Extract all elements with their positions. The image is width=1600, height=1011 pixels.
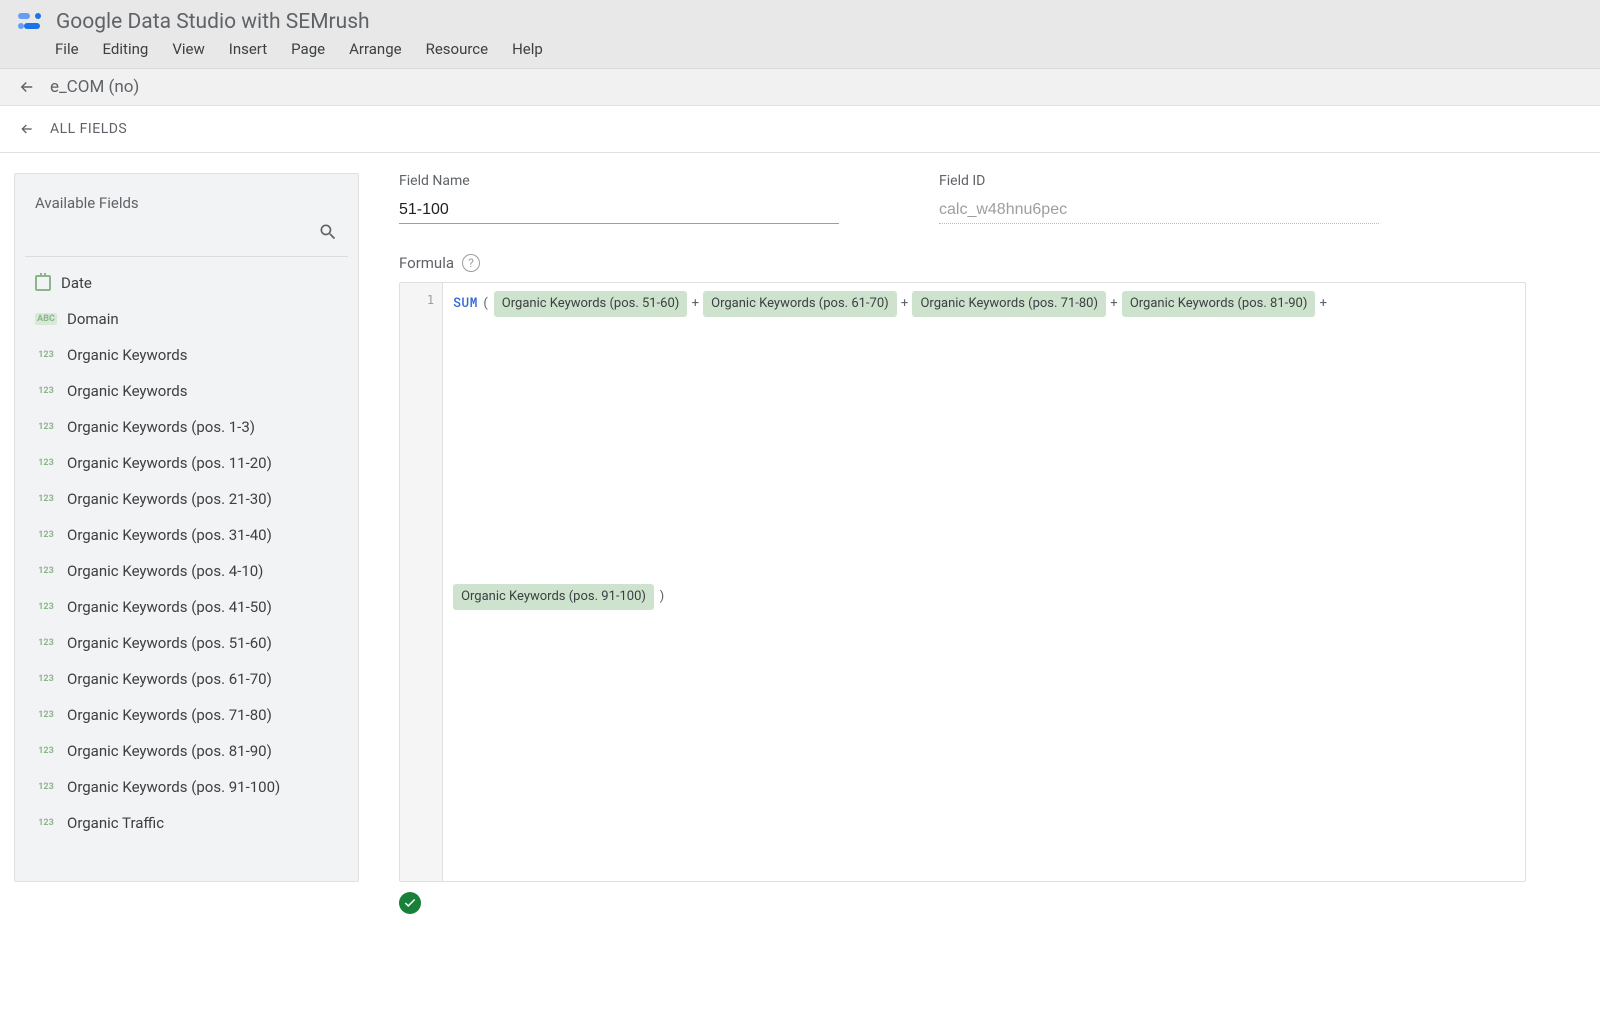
menu-editing[interactable]: Editing [103, 40, 149, 58]
paren-open: ( [482, 291, 490, 313]
field-label: Domain [67, 310, 119, 328]
formula-label: Formula [399, 254, 454, 272]
field-id-label: Field ID [939, 173, 1379, 189]
field-row[interactable]: 123 Organic Keywords (pos. 81-90) [25, 733, 348, 769]
number-type-icon: 123 [35, 385, 57, 397]
field-name-input[interactable] [399, 197, 839, 224]
number-type-icon: 123 [35, 493, 57, 505]
calendar-icon [35, 275, 51, 291]
number-type-icon: 123 [35, 349, 57, 361]
fields-crumb: ALL FIELDS [0, 106, 1600, 153]
number-type-icon: 123 [35, 601, 57, 613]
datasource-name: e_COM (no) [50, 77, 139, 97]
field-label: Organic Keywords (pos. 31-40) [67, 526, 272, 544]
formula-editor[interactable]: 1 SUM(Organic Keywords (pos. 51-60)+Orga… [399, 282, 1526, 882]
number-type-icon: 123 [35, 529, 57, 541]
text-type-icon: ABC [35, 313, 57, 325]
datasource-crumb: e_COM (no) [0, 69, 1600, 106]
all-fields-label: ALL FIELDS [50, 121, 127, 137]
menu-file[interactable]: File [55, 40, 79, 58]
field-label: Organic Keywords (pos. 61-70) [67, 670, 272, 688]
calculated-field-editor: Field Name Field ID Formula ? 1 SUM(Orga… [399, 173, 1586, 914]
field-label: Organic Keywords (pos. 21-30) [67, 490, 272, 508]
field-label: Organic Keywords (pos. 81-90) [67, 742, 272, 760]
plus-operator: + [901, 291, 909, 313]
field-row[interactable]: 123 Organic Keywords [25, 373, 348, 409]
available-fields-title: Available Fields [25, 194, 348, 216]
field-id-input [939, 197, 1379, 224]
formula-function: SUM [453, 291, 478, 313]
field-label: Organic Keywords (pos. 4-10) [67, 562, 263, 580]
field-row[interactable]: ABC Domain [25, 301, 348, 337]
field-row[interactable]: 123 Organic Keywords (pos. 11-20) [25, 445, 348, 481]
formula-valid-icon [399, 892, 421, 914]
number-type-icon: 123 [35, 421, 57, 433]
number-type-icon: 123 [35, 673, 57, 685]
field-label: Organic Keywords (pos. 1-3) [67, 418, 255, 436]
menu-help[interactable]: Help [512, 40, 543, 58]
field-chip[interactable]: Organic Keywords (pos. 61-70) [703, 291, 897, 317]
field-label: Date [61, 274, 92, 292]
plus-operator: + [1319, 291, 1327, 313]
available-fields-panel: Available Fields Date ABC Domain 123 Organic… [14, 173, 359, 882]
field-row[interactable]: 123 Organic Keywords (pos. 91-100) [25, 769, 348, 805]
field-label: Organic Traffic [67, 814, 164, 832]
menu-page[interactable]: Page [291, 40, 325, 58]
help-icon[interactable]: ? [462, 254, 480, 272]
field-row[interactable]: 123 Organic Keywords (pos. 1-3) [25, 409, 348, 445]
menu-bar: File Editing View Insert Page Arrange Re… [0, 34, 1600, 68]
paren-close: ) [658, 584, 666, 606]
field-label: Organic Keywords (pos. 71-80) [67, 706, 272, 724]
plus-operator: + [1110, 291, 1118, 313]
back-arrow-icon[interactable] [18, 120, 36, 138]
field-row[interactable]: 123 Organic Keywords (pos. 41-50) [25, 589, 348, 625]
data-studio-logo-icon [18, 11, 46, 33]
editor-gutter: 1 [400, 283, 443, 881]
field-chip[interactable]: Organic Keywords (pos. 51-60) [494, 291, 688, 317]
number-type-icon: 123 [35, 637, 57, 649]
field-name-label: Field Name [399, 173, 839, 189]
field-chip[interactable]: Organic Keywords (pos. 91-100) [453, 584, 654, 610]
number-type-icon: 123 [35, 457, 57, 469]
line-number: 1 [400, 293, 434, 307]
field-chip[interactable]: Organic Keywords (pos. 71-80) [912, 291, 1106, 317]
app-header: Google Data Studio with SEMrush File Edi… [0, 0, 1600, 69]
field-label: Organic Keywords (pos. 11-20) [67, 454, 272, 472]
field-row[interactable]: Date [25, 265, 348, 301]
formula-code[interactable]: SUM(Organic Keywords (pos. 51-60)+Organi… [443, 283, 1525, 881]
field-row[interactable]: 123 Organic Keywords (pos. 71-80) [25, 697, 348, 733]
field-row[interactable]: 123 Organic Keywords (pos. 4-10) [25, 553, 348, 589]
menu-resource[interactable]: Resource [426, 40, 489, 58]
number-type-icon: 123 [35, 709, 57, 721]
field-row[interactable]: 123 Organic Traffic [25, 805, 348, 841]
field-label: Organic Keywords [67, 346, 188, 364]
plus-operator: + [691, 291, 699, 313]
search-icon[interactable] [318, 222, 338, 246]
field-label: Organic Keywords (pos. 91-100) [67, 778, 280, 796]
field-row[interactable]: 123 Organic Keywords (pos. 61-70) [25, 661, 348, 697]
app-title: Google Data Studio with SEMrush [56, 10, 370, 34]
menu-insert[interactable]: Insert [229, 40, 267, 58]
back-arrow-icon[interactable] [18, 78, 36, 96]
number-type-icon: 123 [35, 565, 57, 577]
menu-arrange[interactable]: Arrange [349, 40, 401, 58]
field-row[interactable]: 123 Organic Keywords (pos. 31-40) [25, 517, 348, 553]
field-row[interactable]: 123 Organic Keywords (pos. 51-60) [25, 625, 348, 661]
field-row[interactable]: 123 Organic Keywords [25, 337, 348, 373]
field-row[interactable]: 123 Organic Keywords (pos. 21-30) [25, 481, 348, 517]
field-label: Organic Keywords [67, 382, 188, 400]
number-type-icon: 123 [35, 781, 57, 793]
menu-view[interactable]: View [172, 40, 204, 58]
field-chip[interactable]: Organic Keywords (pos. 81-90) [1122, 291, 1316, 317]
field-label: Organic Keywords (pos. 51-60) [67, 634, 272, 652]
number-type-icon: 123 [35, 817, 57, 829]
field-label: Organic Keywords (pos. 41-50) [67, 598, 272, 616]
number-type-icon: 123 [35, 745, 57, 757]
